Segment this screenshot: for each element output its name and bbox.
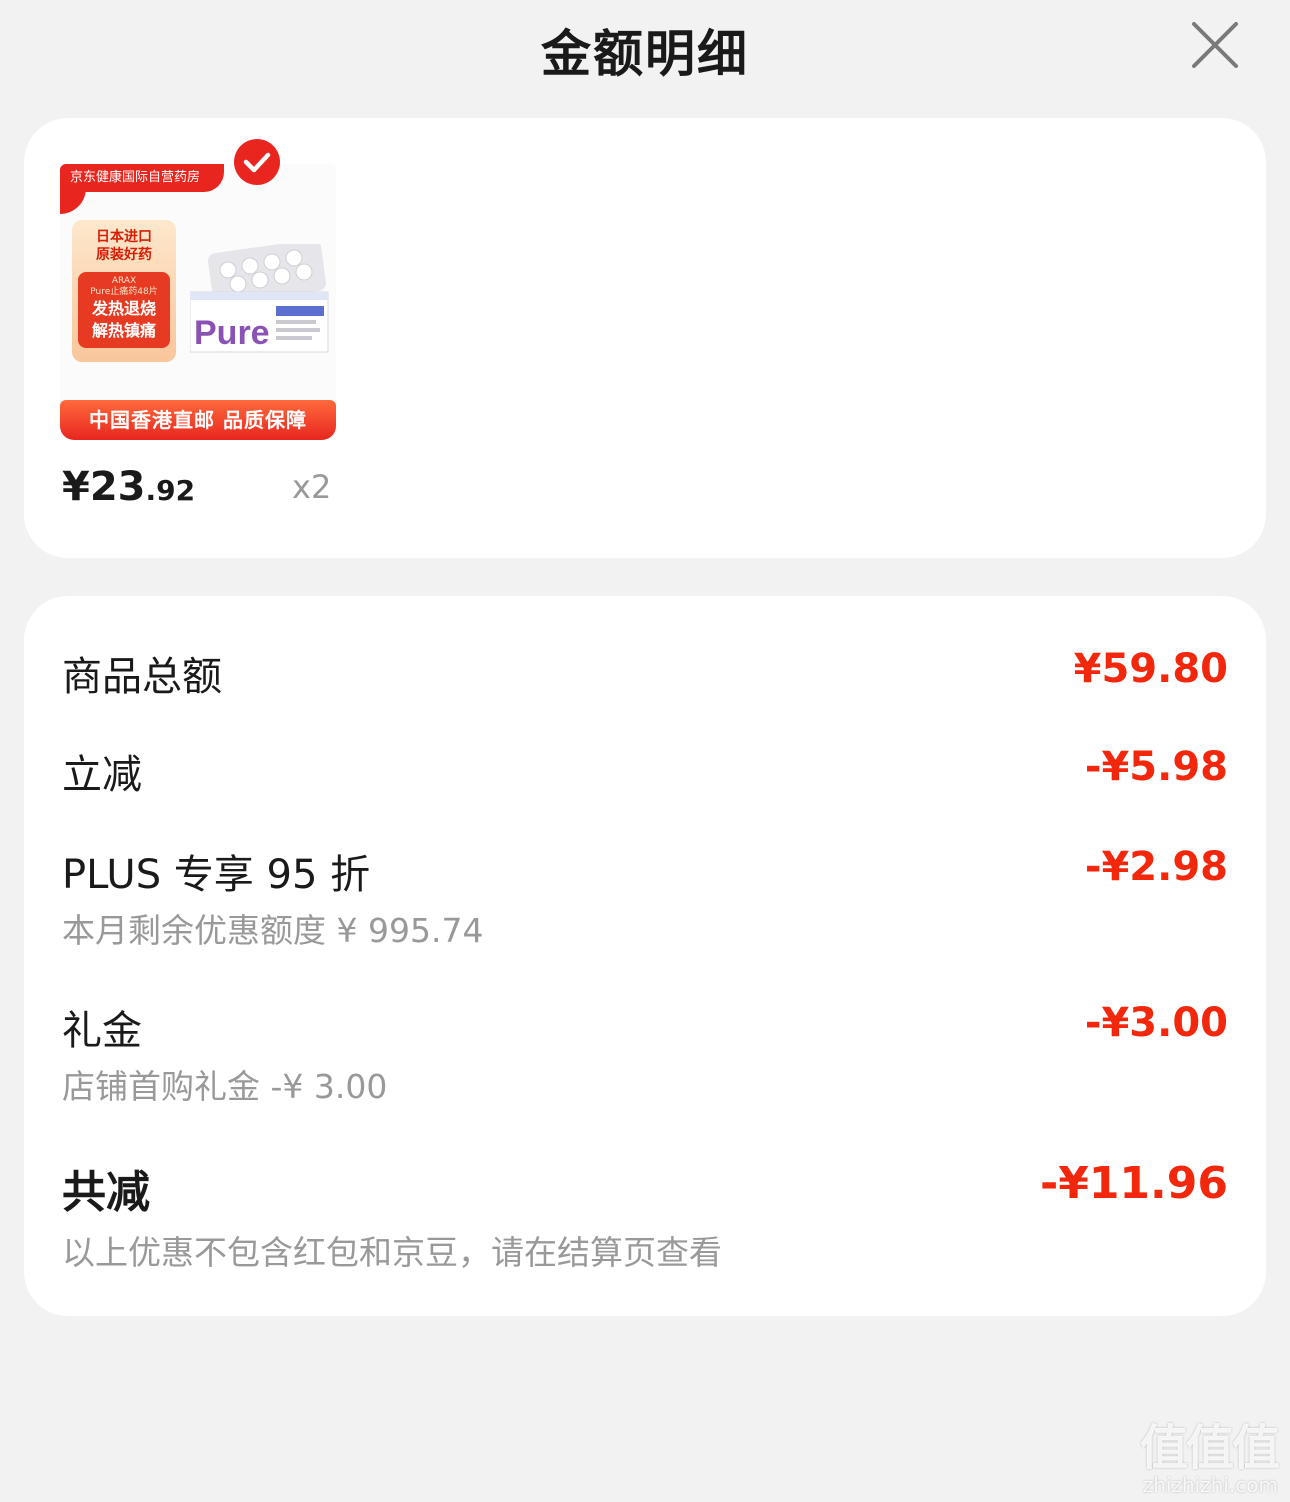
watermark-domain: zhizhizhi.com (1142, 1473, 1278, 1497)
badge-product-name: Pure止痛药48片 (90, 287, 158, 297)
amount-summary-card: 商品总额 ¥59.80 立减 -¥5.98 PLUS 专享 95 折 -¥2.9… (24, 596, 1266, 1316)
product-quantity: x2 (292, 468, 332, 506)
badge-line2: 原装好药 (96, 247, 152, 263)
gift-money-label: 礼金 (62, 1008, 142, 1054)
plus-remaining-quota: 本月剩余优惠额度 ¥ 995.74 (62, 911, 484, 950)
price-decimal: .92 (145, 474, 196, 507)
close-icon (1192, 22, 1238, 68)
gift-money-value: -¥3.00 (1084, 1000, 1228, 1046)
product-image[interactable]: 京东健康国际自营药房 日本进口 原装好药 ARAX Pure止痛药48片 发热退… (60, 164, 336, 440)
selected-check-icon[interactable] (233, 138, 281, 186)
instant-discount-value: -¥5.98 (1084, 744, 1228, 790)
price-integer: 23 (89, 464, 146, 510)
badge-big1: 发热退烧 (91, 299, 156, 318)
subtotal-label: 商品总额 (62, 654, 222, 700)
sheet-header: 金额明细 (0, 0, 1290, 92)
site-watermark: 值值值 zhizhizhi.com (1139, 1420, 1280, 1497)
shipping-banner: 中国香港直邮 品质保障 (60, 400, 336, 440)
badge-brand: ARAX (111, 276, 137, 286)
discount-note: 以上优惠不包含红包和京豆，请在结算页查看 (62, 1233, 722, 1272)
badge-line1: 日本进口 (96, 229, 152, 245)
instant-discount-label: 立减 (62, 752, 142, 798)
badge-big2: 解热镇痛 (91, 321, 156, 340)
plus-discount-value: -¥2.98 (1084, 844, 1228, 890)
plus-discount-label: PLUS 专享 95 折 (62, 852, 371, 898)
close-button[interactable] (1188, 18, 1242, 72)
subtotal-value: ¥59.80 (1073, 646, 1228, 692)
medicine-pack-icon: Pure (190, 244, 329, 353)
store-banner: 京东健康国际自营药房 (60, 164, 224, 192)
total-discount-value: -¥11.96 (1039, 1158, 1228, 1209)
badge-inner: ARAX Pure止痛药48片 发热退烧 解热镇痛 (78, 272, 170, 348)
price-symbol: ¥ (62, 464, 90, 510)
page-title: 金额明细 (541, 25, 749, 83)
product-card: 京东健康国际自营药房 日本进口 原装好药 ARAX Pure止痛药48片 发热退… (24, 118, 1266, 558)
product-price: ¥23.92 (62, 464, 195, 510)
promo-badge: 日本进口 原装好药 ARAX Pure止痛药48片 发热退烧 解热镇痛 (72, 220, 176, 362)
watermark-logo: 值值值 (1139, 1420, 1280, 1476)
svg-text:Pure: Pure (194, 314, 270, 352)
total-discount-label: 共减 (62, 1167, 150, 1218)
gift-money-detail: 店铺首购礼金 -¥ 3.00 (62, 1067, 388, 1106)
